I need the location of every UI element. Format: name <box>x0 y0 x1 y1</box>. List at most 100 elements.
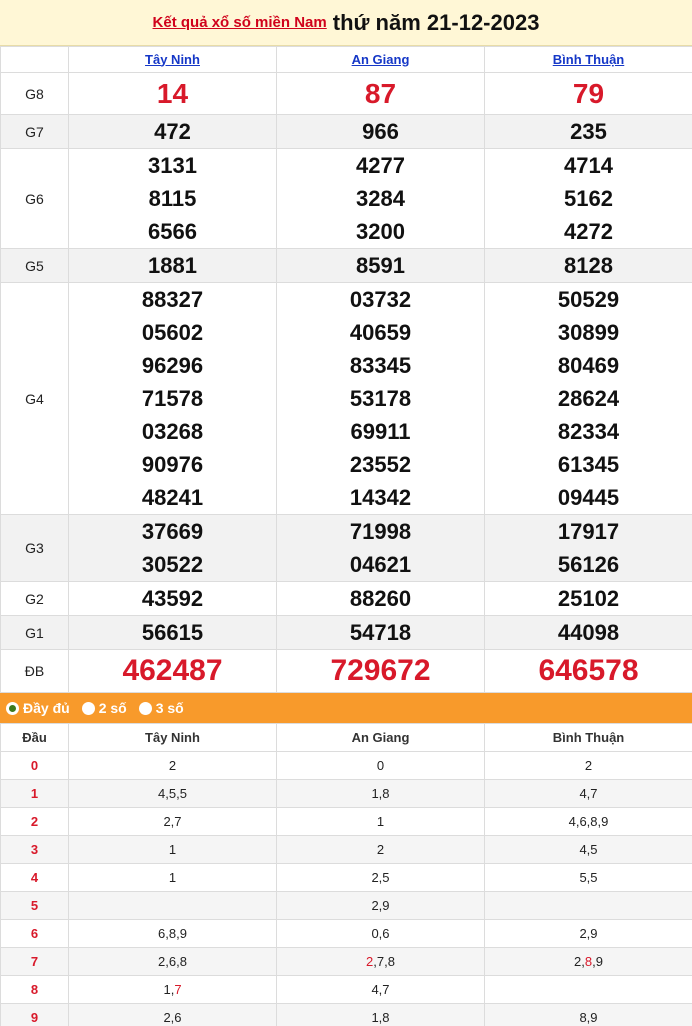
loto-head-digit: 8 <box>0 975 69 1004</box>
province-link-binh-thuan[interactable]: Bình Thuận <box>553 52 625 67</box>
prize-label: G4 <box>0 282 69 515</box>
prize-number: 53178 <box>349 386 412 411</box>
prize-row-g5: G5 1881 8591 8128 <box>0 248 692 283</box>
prize-number: 37669 <box>141 519 204 544</box>
results-title-link[interactable]: Kết quả xổ số miền Nam <box>153 14 327 31</box>
prize-number: 3284 <box>356 186 405 211</box>
draw-date: thứ năm 21-12-2023 <box>332 9 540 35</box>
loto-head-digit: 4 <box>0 863 69 892</box>
radio-selected-icon[interactable] <box>6 701 19 715</box>
loto-cell: 2 <box>484 751 692 780</box>
prize-number: 28624 <box>557 386 620 411</box>
loto-cell: 4,7 <box>276 975 485 1004</box>
option-full[interactable]: Đầy đủ <box>6 700 70 716</box>
prize-number: 88260 <box>349 586 412 611</box>
prize-number: 88327 <box>141 287 204 312</box>
loto-cell: 2,9 <box>276 891 485 920</box>
loto-cell <box>484 891 692 920</box>
prize-number: 04621 <box>349 552 412 577</box>
loto-head-digit: 1 <box>0 779 69 808</box>
prize-number: 30899 <box>557 320 620 345</box>
prize-cell: 1881 <box>68 248 277 283</box>
province-header-row: Tây Ninh An Giang Bình Thuận <box>0 46 692 73</box>
province-cell: Tây Ninh <box>68 46 277 73</box>
loto-column-header: Bình Thuận <box>484 723 692 752</box>
province-link-tay-ninh[interactable]: Tây Ninh <box>145 52 200 67</box>
prize-row-g7: G7 472 966 235 <box>0 114 692 149</box>
radio-icon[interactable] <box>138 701 152 715</box>
prize-number: 23552 <box>349 452 412 477</box>
prize-number: 5162 <box>564 186 613 211</box>
loto-cell: 0 <box>276 751 485 780</box>
prize-cell: 71998 04621 <box>276 514 485 582</box>
prize-number: 54718 <box>349 620 412 645</box>
prize-cell: 87 <box>276 72 485 115</box>
prize-cell: 25102 <box>484 581 692 616</box>
prize-cell: 56615 <box>68 615 277 650</box>
corner-cell <box>0 46 69 73</box>
loto-head-digit: 5 <box>0 891 69 920</box>
option-full-label: Đầy đủ <box>23 700 70 716</box>
prize-label: ĐB <box>0 649 69 693</box>
prize-cell: 729672 <box>276 649 485 693</box>
prize-label: G8 <box>0 72 69 115</box>
prize-number: 50529 <box>557 287 620 312</box>
prize-number: 4272 <box>564 219 613 244</box>
prize-number: 61345 <box>557 452 620 477</box>
view-options-bar: Đầy đủ 2 số 3 số <box>0 693 692 723</box>
prize-number: 71578 <box>141 386 204 411</box>
loto-cell: 2,9 <box>484 919 692 948</box>
prize-number: 8128 <box>564 253 613 278</box>
loto-row: 7 2,6,8 2,7,8 2,8,9 <box>0 947 692 976</box>
prize-cell: 79 <box>484 72 692 115</box>
loto-head-digit: 7 <box>0 947 69 976</box>
loto-cell: 1 <box>276 807 485 836</box>
prize-cell: 37669 30522 <box>68 514 277 582</box>
loto-cell: 2,8,9 <box>484 947 692 976</box>
loto-column-header: An Giang <box>276 723 485 752</box>
loto-cell: 4,5,5 <box>68 779 277 808</box>
loto-head-digit: 9 <box>0 1003 69 1026</box>
prize-cell: 54718 <box>276 615 485 650</box>
prize-number: 8591 <box>356 253 405 278</box>
prize-number: 69911 <box>350 419 411 444</box>
loto-row: 2 2,7 1 4,6,8,9 <box>0 807 692 836</box>
prize-row-g2: G2 43592 88260 25102 <box>0 581 692 616</box>
radio-icon[interactable] <box>81 701 95 715</box>
loto-cell: 1,8 <box>276 779 485 808</box>
prize-label: G2 <box>0 581 69 616</box>
prize-number: 03732 <box>349 287 412 312</box>
prize-number: 83345 <box>349 353 412 378</box>
loto-head-label: Đầu <box>0 723 69 752</box>
prize-cell: 3131 8115 6566 <box>68 148 277 249</box>
prize-cell: 4277 3284 3200 <box>276 148 485 249</box>
province-cell: An Giang <box>276 46 485 73</box>
prize-cell: 14 <box>68 72 277 115</box>
province-link-an-giang[interactable]: An Giang <box>352 52 410 67</box>
prize-number: 48241 <box>141 485 204 510</box>
loto-row: 8 1,7 4,7 <box>0 975 692 1004</box>
prize-number: 472 <box>154 119 191 144</box>
loto-cell <box>484 975 692 1004</box>
prize-number: 8115 <box>148 186 197 211</box>
prize-cell: 43592 <box>68 581 277 616</box>
prize-cell: 88260 <box>276 581 485 616</box>
loto-cell: 1 <box>68 835 277 864</box>
prize-cell: 472 <box>68 114 277 149</box>
option-three-digits[interactable]: 3 số <box>138 700 184 716</box>
prize-row-g8: G8 14 87 79 <box>0 72 692 115</box>
loto-head-digit: 3 <box>0 835 69 864</box>
prize-number: 56615 <box>141 620 204 645</box>
prize-number: 82334 <box>557 419 620 444</box>
prize-number: 3200 <box>356 219 405 244</box>
loto-cell: 1 <box>68 863 277 892</box>
loto-cell: 2,5 <box>276 863 485 892</box>
prize-number: 71998 <box>349 519 412 544</box>
option-two-digits[interactable]: 2 số <box>81 700 127 716</box>
prize-number: 966 <box>362 119 399 144</box>
prize-cell: 4714 5162 4272 <box>484 148 692 249</box>
loto-cell: 2 <box>276 835 485 864</box>
loto-cell: 4,7 <box>484 779 692 808</box>
loto-cell: 5,5 <box>484 863 692 892</box>
loto-cell: 2,6,8 <box>68 947 277 976</box>
